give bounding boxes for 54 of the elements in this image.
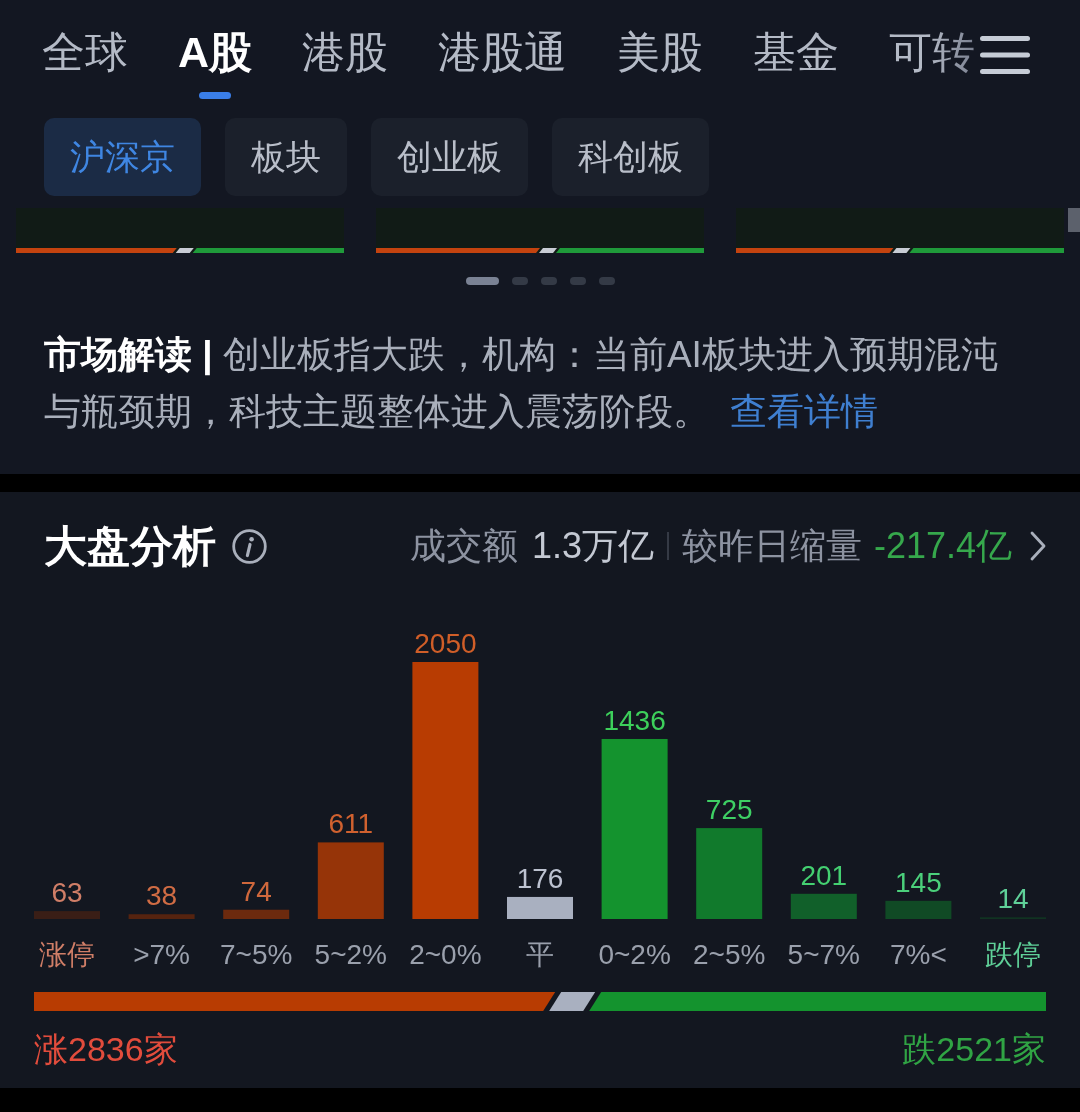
- section-title: 大盘分析: [44, 521, 216, 572]
- category-label: 2~0%: [409, 939, 482, 970]
- index-card[interactable]: [16, 208, 344, 253]
- scrollbar-thumb[interactable]: [1068, 208, 1080, 232]
- bar-value-label: 611: [328, 808, 374, 840]
- change-label: 较昨日缩量: [681, 524, 862, 568]
- market-commentary: 市场解读 | 创业板指大跌，机构：当前AI板块进入预期混沌与瓶颈期，科技主题整体进入震荡阶段。 查看详情: [44, 333, 999, 434]
- bar-value-label: 2050: [414, 628, 477, 659]
- active-tab-indicator: [199, 92, 232, 99]
- bar-value-label: 725: [705, 794, 753, 826]
- index-card[interactable]: [376, 208, 704, 253]
- filter-tab[interactable]: 板块: [225, 118, 347, 196]
- category-label: 涨停: [39, 939, 95, 970]
- decliners-count: 跌2521家: [902, 1029, 1046, 1070]
- flat-segment: [549, 992, 596, 1011]
- bar-value-label: 74: [240, 875, 272, 907]
- change-value: -217.4亿: [873, 524, 1012, 568]
- flat-segment: [175, 248, 194, 253]
- menu-icon: [980, 36, 1030, 74]
- filter-tab[interactable]: 沪深京: [44, 118, 201, 196]
- tab[interactable]: 港股通: [438, 24, 568, 80]
- index-card[interactable]: [736, 208, 1064, 253]
- chevron-right-icon[interactable]: [1030, 531, 1046, 561]
- tab[interactable]: 港股: [302, 24, 389, 80]
- category-label: 0~2%: [598, 939, 671, 970]
- bar-value-label: 14: [997, 883, 1029, 915]
- tab[interactable]: 基金: [753, 24, 840, 80]
- category-label: 7~5%: [220, 939, 293, 970]
- bar-value-label: 63: [51, 877, 83, 909]
- category-label: 2~5%: [693, 939, 766, 970]
- bar-value-label: 38: [146, 880, 178, 912]
- tab[interactable]: 美股: [617, 24, 704, 80]
- menu-button[interactable]: [980, 36, 1030, 74]
- category-label: 平: [526, 939, 554, 970]
- detail-link[interactable]: 查看详情: [730, 391, 878, 432]
- advancers-count: 涨2836家: [34, 1029, 178, 1070]
- filter-tab[interactable]: 科创板: [552, 118, 709, 196]
- category-label: 5~7%: [787, 939, 860, 970]
- bar-value-label: 201: [800, 859, 848, 891]
- category-label: 5~2%: [314, 939, 387, 970]
- category-label: 7%<: [890, 939, 947, 970]
- flat-segment: [539, 248, 557, 253]
- turnover-value: 1.3万亿: [531, 524, 654, 568]
- tab[interactable]: A股: [178, 24, 253, 99]
- flat-segment: [892, 248, 911, 253]
- bar-value-label: 145: [895, 866, 942, 898]
- turnover-label: 成交额: [409, 524, 518, 568]
- category-label: >7%: [133, 939, 190, 970]
- bar-value-label: 176: [516, 862, 564, 894]
- category-label: 跌停: [985, 939, 1041, 970]
- info-icon[interactable]: [232, 528, 267, 564]
- bar-value-label: 1436: [603, 704, 666, 736]
- tab[interactable]: 全球: [42, 24, 128, 80]
- filter-tab[interactable]: 创业板: [371, 118, 528, 196]
